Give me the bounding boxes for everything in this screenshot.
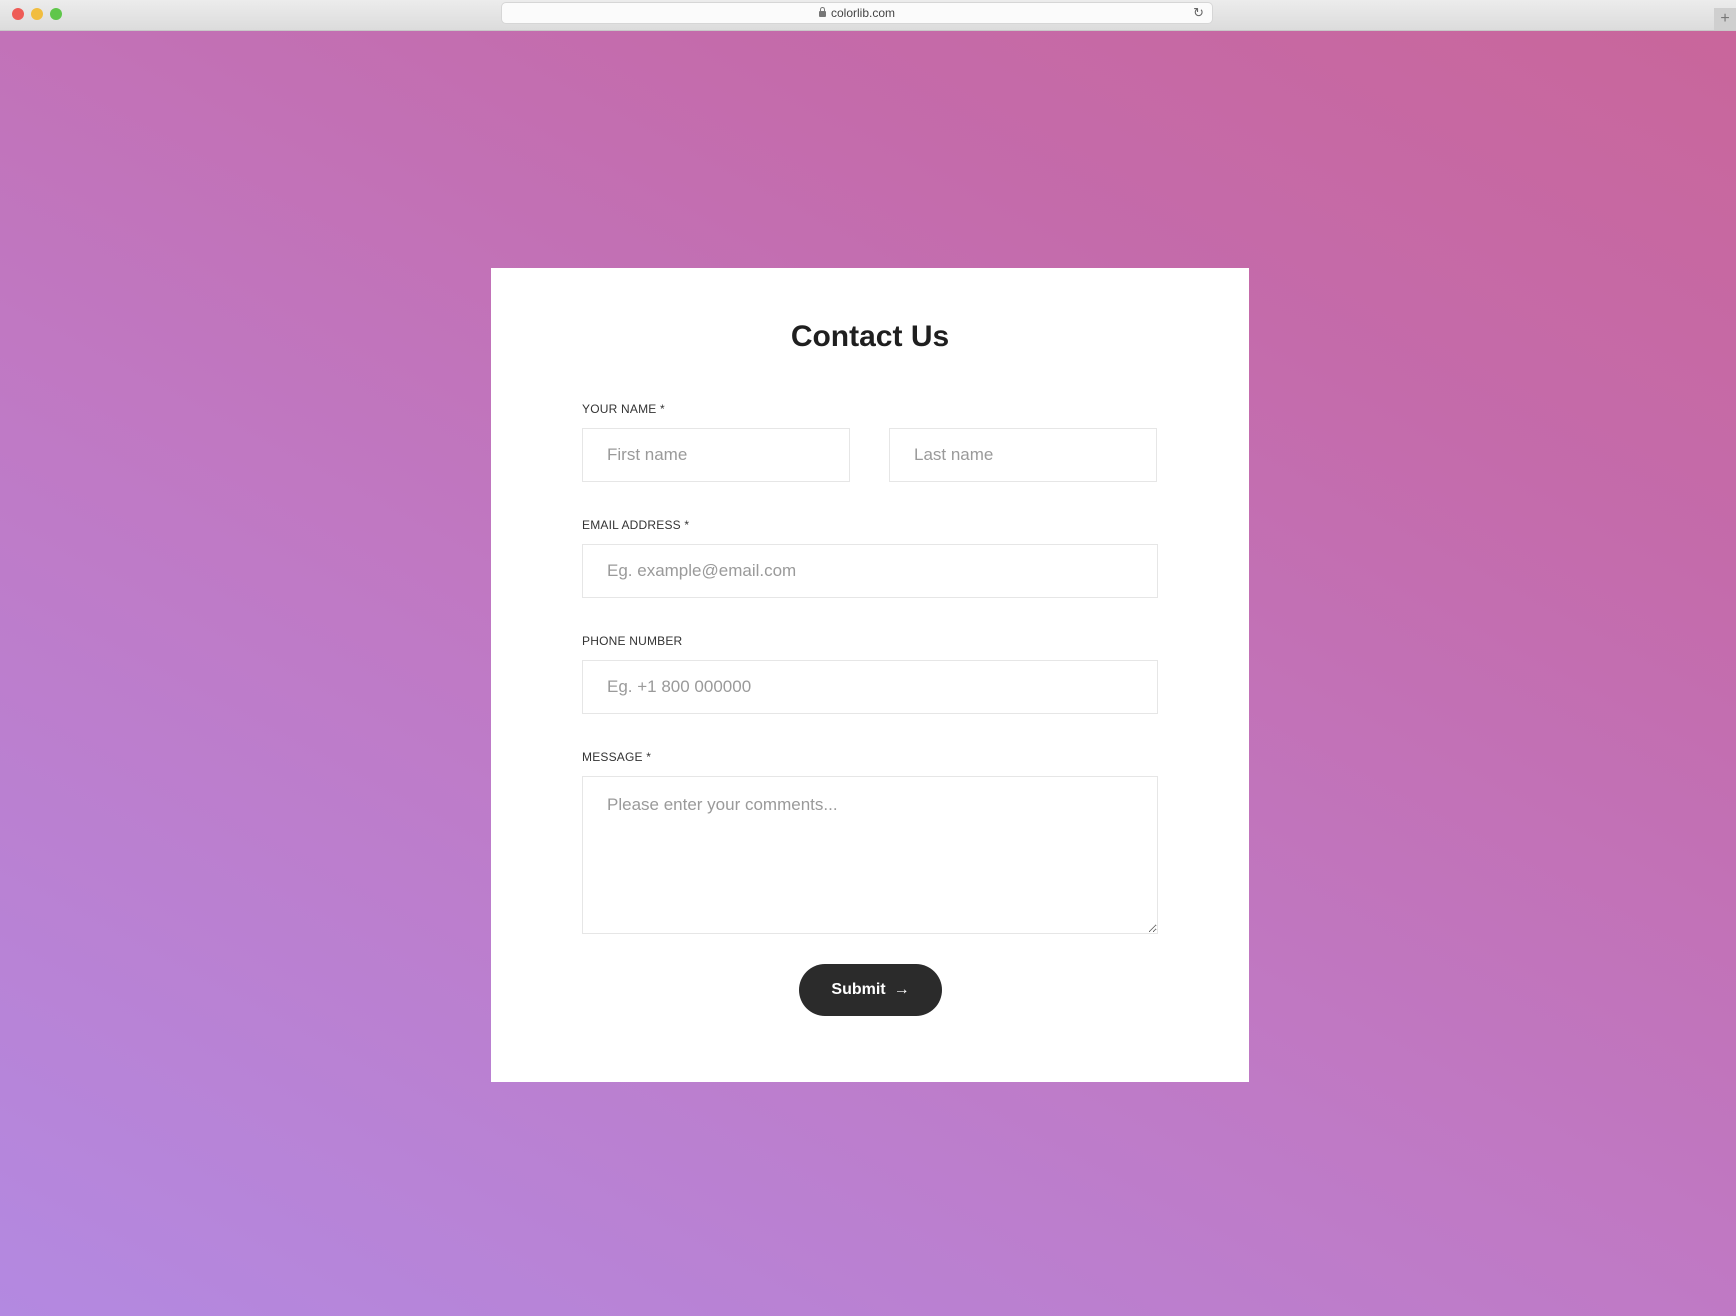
address-bar[interactable]: colorlib.com ↻ [502, 3, 1212, 23]
submit-label: Submit [831, 981, 886, 998]
name-label: YOUR NAME * [582, 402, 665, 416]
phone-label: PHONE NUMBER [582, 634, 683, 648]
address-url: colorlib.com [830, 6, 896, 20]
new-tab-button[interactable]: + [1714, 8, 1736, 30]
maximize-window-button[interactable] [50, 8, 62, 20]
arrow-right-icon: → [893, 981, 910, 998]
contact-form-card: Contact Us YOUR NAME * EMAIL ADDRESS * P… [491, 268, 1249, 1082]
message-label: MESSAGE * [582, 750, 652, 764]
form-title: Contact Us [790, 320, 950, 353]
plus-icon: + [1720, 10, 1730, 27]
submit-button[interactable]: Submit → [799, 964, 942, 1016]
browser-toolbar: colorlib.com ↻ + [0, 0, 1736, 31]
phone-input[interactable] [582, 660, 1158, 714]
minimize-window-button[interactable] [31, 8, 43, 20]
close-window-button[interactable] [12, 8, 24, 20]
last-name-input[interactable] [889, 428, 1157, 482]
email-label: EMAIL ADDRESS * [582, 518, 690, 532]
email-input[interactable] [582, 544, 1158, 598]
address-bar-content: colorlib.com [502, 6, 1212, 20]
message-textarea[interactable] [582, 776, 1158, 934]
first-name-input[interactable] [582, 428, 850, 482]
reload-icon[interactable]: ↻ [1193, 5, 1204, 21]
lock-icon [818, 7, 826, 17]
